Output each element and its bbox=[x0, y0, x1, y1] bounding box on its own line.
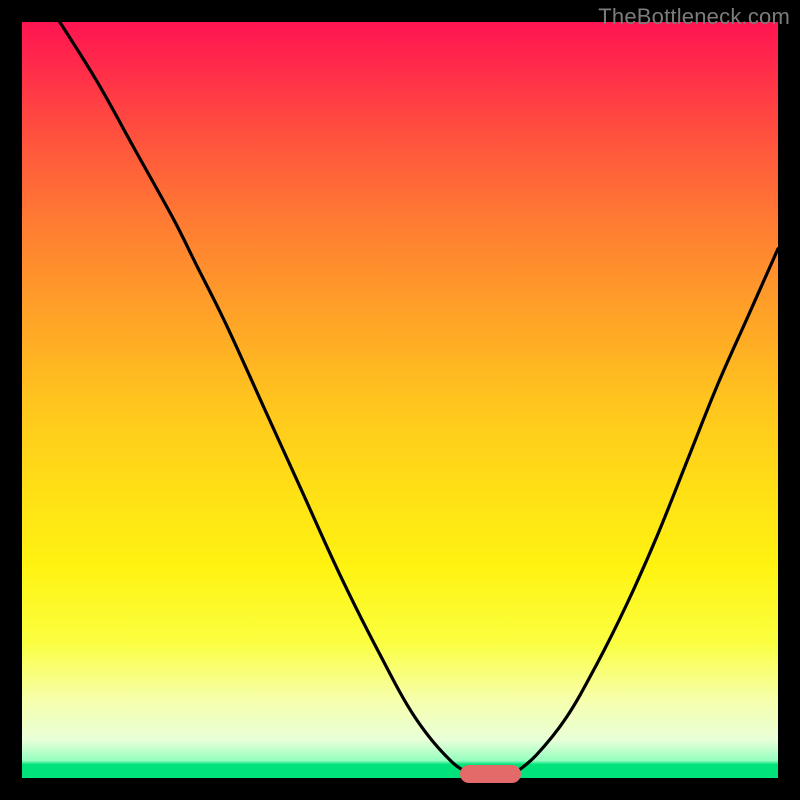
minimum-marker bbox=[460, 765, 520, 783]
curve-right-branch bbox=[513, 249, 778, 774]
curve-left-branch bbox=[60, 22, 476, 774]
watermark-text: TheBottleneck.com bbox=[598, 4, 790, 30]
plot-area bbox=[22, 22, 778, 778]
chart-frame: TheBottleneck.com bbox=[0, 0, 800, 800]
bottleneck-curve bbox=[22, 22, 778, 778]
